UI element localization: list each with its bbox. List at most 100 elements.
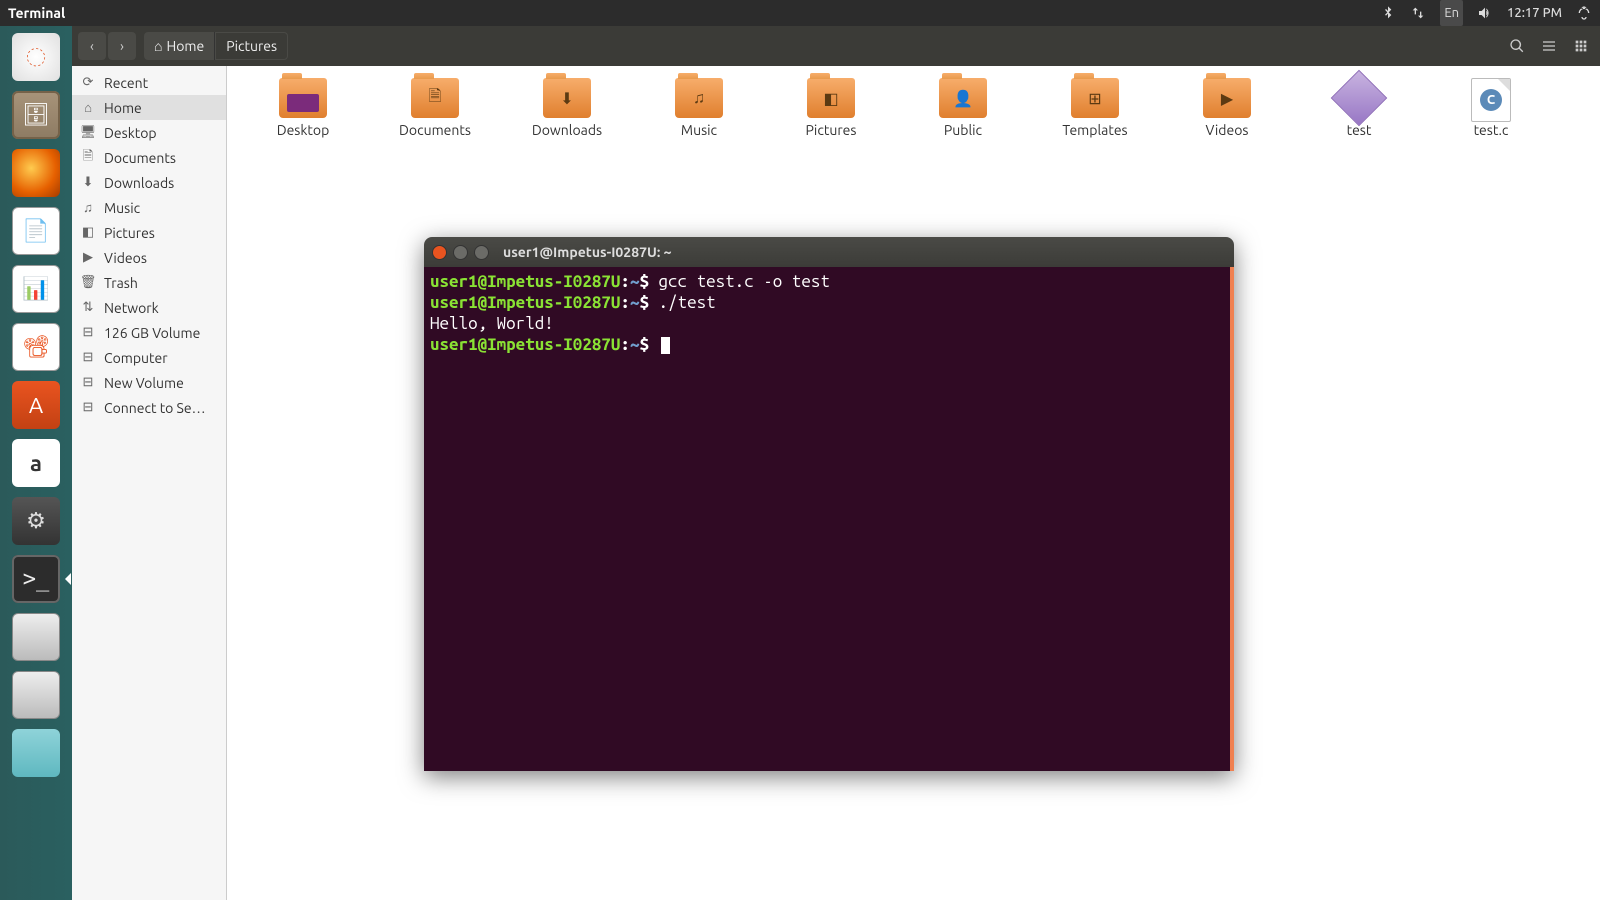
launcher-files[interactable]: 🗄 <box>9 88 63 142</box>
drive1-icon <box>12 613 60 661</box>
folder-icon: 🗎 <box>411 78 459 118</box>
launcher-settings[interactable]: ⚙ <box>9 494 63 548</box>
volume-icon[interactable] <box>1477 0 1493 26</box>
sidebar-item-label: Connect to Se… <box>104 400 206 416</box>
sidebar-item-icon: ⊟ <box>80 325 96 341</box>
terminal-titlebar[interactable]: user1@Impetus-I0287U: ~ <box>424 237 1234 267</box>
sidebar-item-icon: ⊟ <box>80 400 96 416</box>
launcher-firefox[interactable] <box>9 146 63 200</box>
launcher-drive2[interactable] <box>9 668 63 722</box>
terminal-window[interactable]: user1@Impetus-I0287U: ~ user1@Impetus-I0… <box>424 237 1234 771</box>
view-list-button[interactable] <box>1536 33 1562 59</box>
session-icon[interactable] <box>1576 0 1592 26</box>
launcher-impress[interactable]: 📽 <box>9 320 63 374</box>
sidebar-item-new-volume[interactable]: ⊟New Volume <box>72 370 226 395</box>
folder-icon: 👤 <box>939 78 987 118</box>
sidebar-item-home[interactable]: ⌂ Home <box>72 95 226 120</box>
window-minimize-button[interactable] <box>453 245 468 260</box>
file-item-label: Videos <box>1206 122 1249 138</box>
launcher-terminal[interactable]: >_ <box>9 552 63 606</box>
sidebar-item-icon: ◧ <box>80 225 96 241</box>
sidebar-item-computer[interactable]: ⊟Computer <box>72 345 226 370</box>
file-item-Desktop[interactable]: Desktop <box>251 78 355 138</box>
sidebar-item-label: Home <box>104 100 142 116</box>
clock[interactable]: 12:17 PM <box>1507 0 1562 26</box>
terminal-line: Hello, World! <box>430 313 1224 334</box>
keyboard-lang-indicator[interactable]: En <box>1440 0 1463 26</box>
sidebar-item-icon: ⊟ <box>80 375 96 391</box>
launcher-calc[interactable]: 📊 <box>9 262 63 316</box>
terminal-line: user1@Impetus-I0287U:~$ ./test <box>430 292 1224 313</box>
window-maximize-button[interactable] <box>474 245 489 260</box>
launcher-trash[interactable] <box>9 726 63 780</box>
terminal-body[interactable]: user1@Impetus-I0287U:~$ gcc test.c -o te… <box>424 267 1234 771</box>
sidebar-item-desktop[interactable]: 🖥 Desktop <box>72 120 226 145</box>
terminal-icon: >_ <box>12 555 60 603</box>
sidebar-item-126-gb-volume[interactable]: ⊟ 126 GB Volume <box>72 320 226 345</box>
nav-back-button[interactable]: ‹ <box>78 32 106 60</box>
sidebar-item-label: Computer <box>104 350 168 366</box>
sidebar-item-label: 126 GB Volume <box>104 325 200 341</box>
top-menubar: Terminal En 12:17 PM <box>0 0 1600 26</box>
unity-launcher: ◌ 🗄 📄📊📽Aa⚙ >_ <box>0 26 72 900</box>
file-item-test[interactable]: test <box>1307 78 1411 138</box>
sidebar-item-icon: ♫ <box>80 200 96 216</box>
files-toolbar: ‹ › ⌂Home Pictures <box>72 26 1600 66</box>
file-item-label: Templates <box>1062 122 1127 138</box>
nav-forward-button[interactable]: › <box>108 32 136 60</box>
launcher-writer[interactable]: 📄 <box>9 204 63 258</box>
files-sidebar: ⟳ Recent ⌂ Home 🖥 Desktop 🗎 Documents ⬇Downloads… <box>72 66 227 900</box>
sidebar-item-label: Documents <box>104 150 176 166</box>
file-item-label: Pictures <box>806 122 857 138</box>
sidebar-item-icon: 🖥 <box>80 125 96 141</box>
sidebar-item-label: Trash <box>104 275 138 291</box>
folder-icon <box>279 78 327 118</box>
sidebar-item-pictures[interactable]: ◧Pictures <box>72 220 226 245</box>
terminal-line: user1@Impetus-I0287U:~$ gcc test.c -o te… <box>430 271 1224 292</box>
file-item-Videos[interactable]: ▶Videos <box>1175 78 1279 138</box>
search-button[interactable] <box>1504 33 1530 59</box>
view-grid-button[interactable] <box>1568 33 1594 59</box>
sidebar-item-label: Desktop <box>104 125 157 141</box>
launcher-dash[interactable]: ◌ <box>9 30 63 84</box>
file-item-Templates[interactable]: ⊞ Templates <box>1043 78 1147 138</box>
sidebar-item-label: Videos <box>104 250 147 266</box>
sidebar-item-icon: ⟳ <box>80 75 96 91</box>
window-close-button[interactable] <box>432 245 447 260</box>
sidebar-item-network[interactable]: ⇅Network <box>72 295 226 320</box>
bluetooth-icon[interactable] <box>1380 0 1396 26</box>
sidebar-item-recent[interactable]: ⟳ Recent <box>72 70 226 95</box>
terminal-title: user1@Impetus-I0287U: ~ <box>503 244 672 260</box>
sidebar-item-documents[interactable]: 🗎 Documents <box>72 145 226 170</box>
launcher-drive1[interactable] <box>9 610 63 664</box>
file-icon: C <box>1467 78 1515 118</box>
file-item-Documents[interactable]: 🗎Documents <box>383 78 487 138</box>
launcher-amazon[interactable]: a <box>9 436 63 490</box>
file-item-test-c[interactable]: Ctest.c <box>1439 78 1543 138</box>
sidebar-item-connect-to-se-[interactable]: ⊟ Connect to Se… <box>72 395 226 420</box>
file-item-label: Desktop <box>277 122 330 138</box>
sidebar-item-trash[interactable]: 🗑Trash <box>72 270 226 295</box>
folder-icon: ⬇ <box>543 78 591 118</box>
breadcrumb-home[interactable]: ⌂Home <box>144 32 215 60</box>
sidebar-item-music[interactable]: ♫Music <box>72 195 226 220</box>
breadcrumb-pictures[interactable]: Pictures <box>215 32 288 60</box>
folder-icon: ⊞ <box>1071 78 1119 118</box>
file-icon <box>1335 78 1383 118</box>
file-item-label: test.c <box>1474 122 1509 138</box>
sidebar-item-icon: 🗎 <box>80 150 96 166</box>
sidebar-item-label: Recent <box>104 75 148 91</box>
file-item-label: Music <box>681 122 717 138</box>
file-item-Music[interactable]: ♫Music <box>647 78 751 138</box>
sidebar-item-videos[interactable]: ▶Videos <box>72 245 226 270</box>
sidebar-item-downloads[interactable]: ⬇Downloads <box>72 170 226 195</box>
launcher-software[interactable]: A <box>9 378 63 432</box>
file-item-Public[interactable]: 👤Public <box>911 78 1015 138</box>
network-icon[interactable] <box>1410 0 1426 26</box>
sidebar-item-icon: ⌂ <box>80 100 96 116</box>
file-item-Downloads[interactable]: ⬇ Downloads <box>515 78 619 138</box>
file-item-label: Downloads <box>532 122 602 138</box>
file-item-Pictures[interactable]: ◧Pictures <box>779 78 883 138</box>
files-icon: 🗄 <box>12 91 60 139</box>
breadcrumb-label: Pictures <box>226 38 277 54</box>
